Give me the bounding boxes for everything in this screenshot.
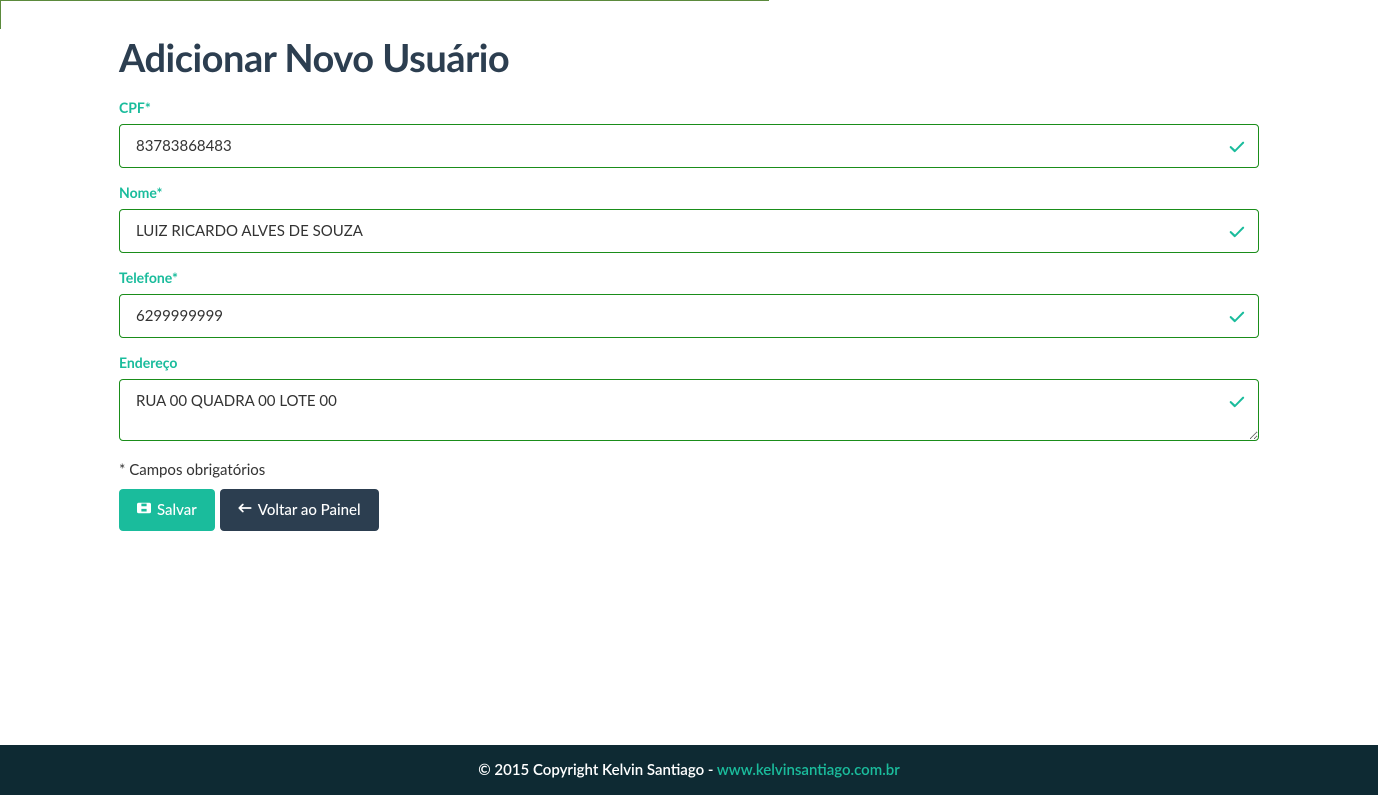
cpf-input[interactable] — [119, 124, 1259, 168]
nome-label: Nome* — [119, 184, 1259, 201]
left-accent-line — [0, 0, 1, 29]
required-fields-note: * Campos obrigatórios — [119, 461, 1259, 479]
footer: © 2015 Copyright Kelvin Santiago - www.k… — [0, 745, 1378, 795]
telefone-label: Telefone* — [119, 269, 1259, 286]
cpf-label: CPF* — [119, 99, 1259, 116]
back-button[interactable]: Voltar ao Painel — [220, 489, 379, 531]
page-title: Adicionar Novo Usuário — [119, 35, 1259, 81]
nome-input-wrapper — [119, 209, 1259, 253]
button-row: Salvar Voltar ao Painel — [119, 489, 1259, 531]
arrow-left-icon — [238, 501, 252, 519]
telefone-input-wrapper — [119, 294, 1259, 338]
telefone-input[interactable] — [119, 294, 1259, 338]
endereco-input-wrapper: RUA 00 QUADRA 00 LOTE 00 — [119, 379, 1259, 445]
cpf-input-wrapper — [119, 124, 1259, 168]
top-accent-line — [0, 0, 769, 1]
endereco-textarea[interactable]: RUA 00 QUADRA 00 LOTE 00 — [119, 379, 1259, 441]
footer-copyright: © 2015 Copyright Kelvin Santiago - — [478, 761, 717, 779]
form-group-cpf: CPF* — [119, 99, 1259, 168]
footer-link[interactable]: www.kelvinsantiago.com.br — [717, 761, 900, 779]
save-icon — [137, 501, 151, 519]
form-group-telefone: Telefone* — [119, 269, 1259, 338]
endereco-label: Endereço — [119, 354, 1259, 371]
save-button[interactable]: Salvar — [119, 489, 215, 531]
back-button-label: Voltar ao Painel — [258, 501, 361, 519]
form-group-endereco: Endereço RUA 00 QUADRA 00 LOTE 00 — [119, 354, 1259, 445]
main-container: Adicionar Novo Usuário CPF* Nome* Telefo… — [0, 0, 1378, 531]
nome-input[interactable] — [119, 209, 1259, 253]
form-group-nome: Nome* — [119, 184, 1259, 253]
save-button-label: Salvar — [157, 501, 197, 519]
